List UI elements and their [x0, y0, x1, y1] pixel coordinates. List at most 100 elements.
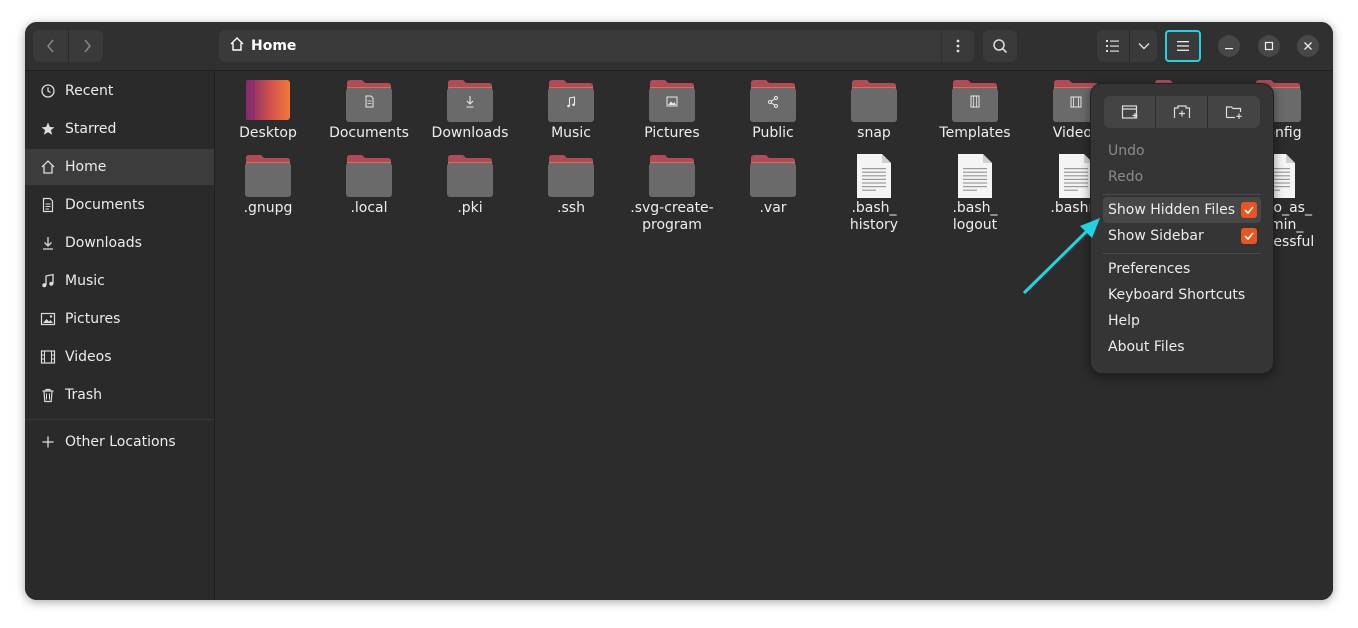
show-hidden-files-label: Show Hidden Files	[1108, 202, 1236, 218]
text-file-icon	[850, 154, 898, 198]
minimize-button[interactable]	[1218, 35, 1240, 57]
show-sidebar-menu-item[interactable]: Show Sidebar	[1103, 223, 1261, 249]
new-window-button[interactable]	[1104, 96, 1155, 128]
sidebar-item-label: Videos	[65, 349, 112, 365]
maximize-button[interactable]	[1258, 35, 1280, 57]
file-label: Documents	[329, 125, 409, 141]
folder-icon	[547, 79, 595, 123]
new-window-icon	[1121, 105, 1137, 119]
files-window: Home Recent Starred Home Documents Downl…	[25, 22, 1333, 600]
new-tab-button[interactable]	[1156, 96, 1207, 128]
sidebar-item-label: Documents	[65, 197, 145, 213]
file-label: Downloads	[431, 125, 509, 141]
back-button[interactable]	[33, 30, 68, 62]
folder-icon	[648, 79, 696, 123]
maximize-icon	[1264, 41, 1274, 51]
chevron-left-icon	[46, 39, 54, 53]
music-icon	[39, 272, 57, 290]
sidebar-item-label: Other Locations	[65, 434, 176, 450]
show-sidebar-checkbox[interactable]	[1241, 228, 1257, 244]
main-menu-popover: Undo Redo Show Hidden Files Show Sidebar…	[1090, 83, 1274, 374]
desktop-folder-icon	[244, 79, 292, 123]
file-label: Templates	[939, 125, 1011, 141]
preferences-label: Preferences	[1108, 261, 1191, 277]
view-dropdown-button[interactable]	[1130, 30, 1157, 62]
file-label: .local	[350, 200, 388, 216]
about-files-label: About Files	[1108, 339, 1185, 355]
main-menu-button[interactable]	[1165, 30, 1201, 62]
home-icon	[229, 36, 245, 56]
forward-button[interactable]	[69, 30, 104, 62]
sidebar-item-recent[interactable]: Recent	[25, 73, 214, 109]
folder-icon	[749, 154, 797, 198]
sidebar-item-label: Starred	[65, 121, 117, 137]
film-icon	[39, 348, 57, 366]
folder-item[interactable]: .svg-create- program	[624, 146, 720, 246]
folder-item[interactable]: .ssh	[523, 146, 619, 246]
folder-item[interactable]: .var	[725, 146, 821, 246]
close-button[interactable]	[1297, 35, 1319, 57]
search-icon	[993, 39, 1008, 54]
sidebar-item-trash[interactable]: Trash	[25, 377, 214, 413]
menu-top-buttons	[1104, 96, 1260, 128]
undo-menu-item[interactable]: Undo	[1103, 138, 1261, 164]
show-hidden-files-menu-item[interactable]: Show Hidden Files	[1103, 197, 1261, 223]
folder-icon	[345, 79, 393, 123]
folder-item[interactable]: .pki	[422, 146, 518, 246]
checkmark-icon	[1244, 232, 1254, 240]
home-icon	[39, 158, 57, 176]
help-menu-item[interactable]: Help	[1103, 308, 1261, 334]
folder-icon	[547, 154, 595, 198]
sidebar-item-videos[interactable]: Videos	[25, 339, 214, 375]
sidebar-item-label: Music	[65, 273, 105, 289]
new-folder-button[interactable]	[1208, 96, 1259, 128]
navigation-buttons	[33, 30, 103, 62]
sidebar-item-label: Downloads	[65, 235, 142, 251]
sidebar-item-other-locations[interactable]: Other Locations	[25, 424, 214, 460]
list-view-button[interactable]	[1097, 30, 1129, 62]
hamburger-icon	[1177, 41, 1189, 51]
folder-item[interactable]: .local	[321, 146, 417, 246]
redo-label: Redo	[1108, 169, 1144, 185]
help-label: Help	[1108, 313, 1140, 329]
preferences-menu-item[interactable]: Preferences	[1103, 256, 1261, 282]
vertical-dots-icon	[956, 39, 960, 53]
file-label: Pictures	[644, 125, 700, 141]
path-title: Home	[251, 38, 297, 54]
sidebar-item-starred[interactable]: Starred	[25, 111, 214, 147]
file-item[interactable]: .bash_ logout	[927, 146, 1023, 246]
sidebar-item-pictures[interactable]: Pictures	[25, 301, 214, 337]
new-folder-icon	[1225, 106, 1242, 119]
new-tab-icon	[1173, 105, 1190, 118]
search-button[interactable]	[983, 30, 1017, 62]
file-label: Music	[551, 125, 591, 141]
download-icon	[39, 234, 57, 252]
show-hidden-files-checkbox[interactable]	[1241, 202, 1257, 218]
file-label: .gnupg	[243, 200, 293, 216]
sidebar-item-music[interactable]: Music	[25, 263, 214, 299]
folder-icon	[345, 154, 393, 198]
folder-icon	[850, 79, 898, 123]
file-label: Desktop	[239, 125, 297, 141]
folder-icon	[749, 79, 797, 123]
path-menu-button[interactable]	[942, 30, 974, 62]
sidebar: Recent Starred Home Documents Downloads …	[25, 71, 215, 600]
folder-item[interactable]: .gnupg	[220, 146, 316, 246]
star-icon	[39, 120, 57, 138]
file-item[interactable]: .bash_ history	[826, 146, 922, 246]
sidebar-item-label: Pictures	[65, 311, 121, 327]
picture-icon	[39, 310, 57, 328]
sidebar-item-home[interactable]: Home	[25, 149, 214, 185]
keyboard-shortcuts-menu-item[interactable]: Keyboard Shortcuts	[1103, 282, 1261, 308]
folder-icon	[951, 79, 999, 123]
folder-icon	[446, 154, 494, 198]
undo-label: Undo	[1108, 143, 1145, 159]
list-icon	[1106, 40, 1119, 52]
chevron-down-icon	[1138, 43, 1149, 50]
sidebar-item-documents[interactable]: Documents	[25, 187, 214, 223]
path-bar[interactable]: Home	[219, 30, 941, 62]
redo-menu-item[interactable]: Redo	[1103, 164, 1261, 190]
sidebar-item-downloads[interactable]: Downloads	[25, 225, 214, 261]
file-label: .bash_ logout	[952, 200, 998, 233]
about-files-menu-item[interactable]: About Files	[1103, 334, 1261, 360]
